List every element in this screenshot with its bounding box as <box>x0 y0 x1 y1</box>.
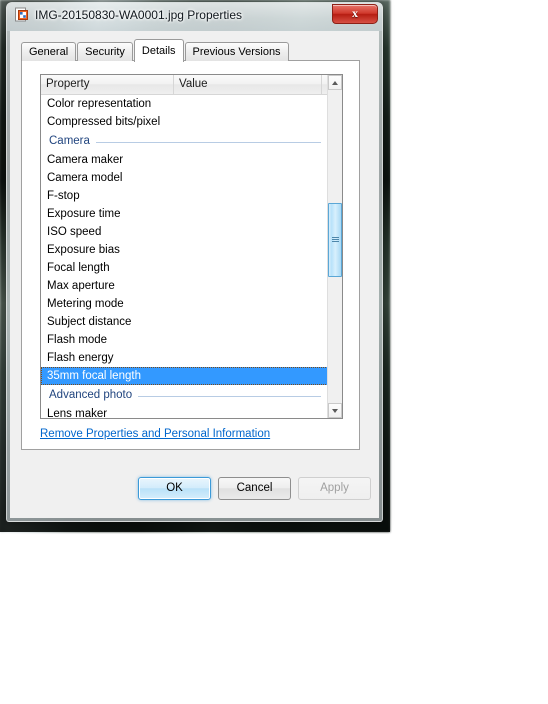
table-row[interactable]: Camera maker <box>41 151 327 169</box>
details-list-view[interactable]: Property Value Color representation Compr… <box>40 74 343 419</box>
table-row[interactable]: 35mm focal length <box>41 367 327 385</box>
properties-dialog-window: IMG-20150830-WA0001.jpg Properties x Gen… <box>6 2 383 522</box>
list-header-row: Property Value <box>41 75 342 95</box>
list-group-header: Advanced photo <box>41 385 327 405</box>
table-row[interactable]: Camera model <box>41 169 327 187</box>
remove-properties-link[interactable]: Remove Properties and Personal Informati… <box>40 428 270 440</box>
apply-button: Apply <box>298 477 371 500</box>
scroll-down-arrow <box>331 408 338 413</box>
group-header-label: Camera <box>47 135 96 147</box>
column-header-property[interactable]: Property <box>41 75 174 94</box>
table-row[interactable]: Color representation <box>41 95 327 113</box>
tab-general[interactable]: General <box>21 42 77 61</box>
dialog-client-area: General Security Details Previous Versions … <box>10 31 379 518</box>
chevron-down-icon[interactable] <box>328 403 342 418</box>
vertical-scrollbar[interactable] <box>327 75 342 418</box>
table-row[interactable]: Compressed bits/pixel <box>41 113 327 131</box>
ok-button[interactable]: OK <box>138 477 211 500</box>
tab-page-details: Property Value Color representation Compr… <box>21 60 360 450</box>
tab-security[interactable]: Security <box>77 42 133 61</box>
table-row[interactable]: Exposure bias <box>41 241 327 259</box>
scrollbar-thumb[interactable] <box>328 203 342 277</box>
group-header-label: Advanced photo <box>47 389 139 401</box>
table-row[interactable]: Lens maker <box>41 405 327 418</box>
table-row[interactable]: Flash energy <box>41 349 327 367</box>
tab-previous-versions[interactable]: Previous Versions <box>184 42 289 61</box>
table-row[interactable]: Metering mode <box>41 295 327 313</box>
tab-details[interactable]: Details <box>133 39 184 62</box>
column-header-value[interactable]: Value <box>174 75 322 94</box>
title-bar[interactable]: IMG-20150830-WA0001.jpg Properties x <box>7 3 382 31</box>
table-row[interactable]: Subject distance <box>41 313 327 331</box>
window-title: IMG-20150830-WA0001.jpg Properties <box>35 8 242 22</box>
scroll-up-arrow <box>331 80 338 85</box>
table-row[interactable]: ISO speed <box>41 223 327 241</box>
table-row[interactable]: Focal length <box>41 259 327 277</box>
table-row[interactable]: Exposure time <box>41 205 327 223</box>
tab-strip: General Security Details Previous Versions <box>21 39 290 62</box>
dialog-button-bar: OK Cancel Apply <box>10 477 379 507</box>
list-body: Color representation Compressed bits/pixe… <box>41 95 327 418</box>
chevron-up-icon[interactable] <box>328 75 342 90</box>
list-group-header: Camera <box>41 131 327 151</box>
scrollbar-grip-icon <box>332 237 339 243</box>
close-icon: x <box>352 6 358 20</box>
cancel-button[interactable]: Cancel <box>218 477 291 500</box>
table-row[interactable]: Flash mode <box>41 331 327 349</box>
table-row[interactable]: F-stop <box>41 187 327 205</box>
image-file-icon <box>14 7 30 23</box>
close-button[interactable]: x <box>332 4 378 24</box>
table-row[interactable]: Max aperture <box>41 277 327 295</box>
